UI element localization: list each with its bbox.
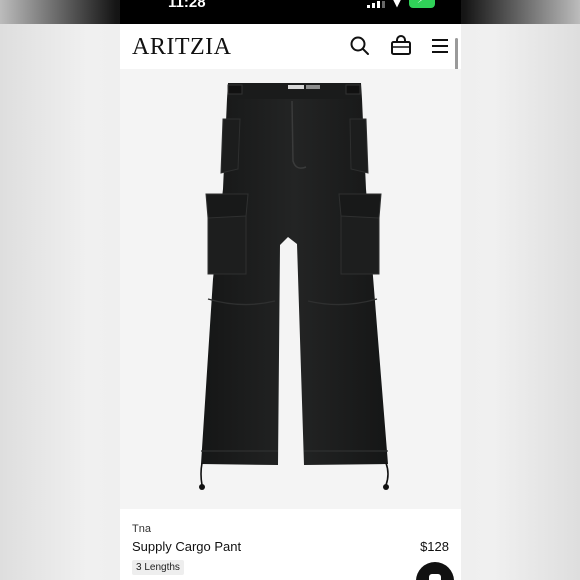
product-image[interactable] — [120, 69, 461, 509]
lengths-badge: 3 Lengths — [132, 560, 184, 575]
shopping-bag-icon — [391, 35, 411, 55]
aritzia-logo[interactable]: ARITZIA — [132, 34, 231, 61]
status-icons — [367, 0, 435, 8]
product-price: $128 — [420, 539, 449, 554]
cargo-pant-image — [120, 69, 461, 509]
search-button[interactable] — [348, 34, 372, 58]
hamburger-menu-icon — [432, 39, 448, 53]
search-icon — [350, 36, 369, 55]
site-header: ARITZIA — [120, 24, 461, 69]
chat-button[interactable] — [416, 562, 454, 580]
product-info: Tna Supply Cargo Pant $128 3 Lengths — [120, 509, 461, 580]
status-time: 11:28 — [168, 0, 206, 11]
product-brand: Tna — [132, 523, 151, 535]
wifi-icon — [391, 1, 403, 8]
menu-button[interactable] — [428, 34, 452, 58]
battery-charging-icon — [409, 0, 435, 8]
phone-screen: 11:28 ARITZIA — [120, 0, 461, 580]
shopping-bag-button[interactable] — [389, 34, 413, 58]
status-bar: 11:28 — [120, 0, 461, 24]
cellular-signal-icon — [367, 0, 385, 8]
product-name[interactable]: Supply Cargo Pant — [132, 539, 241, 554]
